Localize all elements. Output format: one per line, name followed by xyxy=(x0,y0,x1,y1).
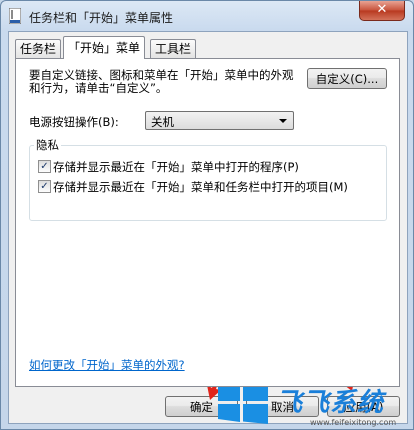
power-button-select[interactable]: 关机 xyxy=(145,111,294,130)
help-link[interactable]: 如何更改「开始」菜单的外观? xyxy=(29,357,185,373)
dialog-client-area: 任务栏 「开始」菜单 工具栏 要自定义链接、图标和菜单在「开始」菜单中的外观和行… xyxy=(8,31,408,424)
privacy-group-title: 隐私 xyxy=(34,137,61,153)
power-button-value: 关机 xyxy=(151,115,174,129)
tab-taskbar-label: 任务栏 xyxy=(20,42,57,56)
close-icon: ✕ xyxy=(376,2,388,17)
customize-description: 要自定义链接、图标和菜单在「开始」菜单中的外观和行为，请单击“自定义”。 xyxy=(29,68,294,95)
recent-items-checkbox[interactable]: ✓ xyxy=(38,180,51,193)
apply-button[interactable]: 应用(A) xyxy=(327,396,400,417)
customize-button[interactable]: 自定义(C)... xyxy=(307,68,387,89)
window-title: 任务栏和「开始」菜单属性 xyxy=(29,11,174,25)
taskbar-properties-icon xyxy=(9,8,21,24)
recent-programs-label: 存储并显示最近在「开始」菜单中打开的程序(P) xyxy=(53,160,299,174)
cancel-button[interactable]: 取消 xyxy=(246,396,319,417)
tab-start-menu-label: 「开始」菜单 xyxy=(68,41,141,55)
tab-start-menu[interactable]: 「开始」菜单 xyxy=(63,36,146,59)
close-button[interactable]: ✕ xyxy=(359,1,405,21)
recent-items-option[interactable]: ✓ 存储并显示最近在「开始」菜单和任务栏中打开的项目(M) xyxy=(38,179,378,195)
tab-toolbars-label: 工具栏 xyxy=(155,42,192,56)
recent-items-label: 存储并显示最近在「开始」菜单和任务栏中打开的项目(M) xyxy=(53,180,348,194)
ok-button[interactable]: 确定 xyxy=(165,396,238,417)
tab-toolbars[interactable]: 工具栏 xyxy=(150,39,197,58)
recent-programs-checkbox[interactable]: ✓ xyxy=(38,160,51,173)
power-button-label: 电源按钮操作(B): xyxy=(29,115,119,129)
tab-taskbar[interactable]: 任务栏 xyxy=(15,39,62,58)
dialog-window: 任务栏和「开始」菜单属性 ✕ 任务栏 「开始」菜单 工具栏 要自定义链接、图标和… xyxy=(0,0,414,430)
recent-programs-option[interactable]: ✓ 存储并显示最近在「开始」菜单中打开的程序(P) xyxy=(38,159,378,175)
chevron-down-icon xyxy=(279,119,287,123)
tab-panel-start-menu: 要自定义链接、图标和菜单在「开始」菜单中的外观和行为，请单击“自定义”。 自定义… xyxy=(15,58,400,387)
title-bar[interactable]: 任务栏和「开始」菜单属性 ✕ xyxy=(1,1,413,31)
